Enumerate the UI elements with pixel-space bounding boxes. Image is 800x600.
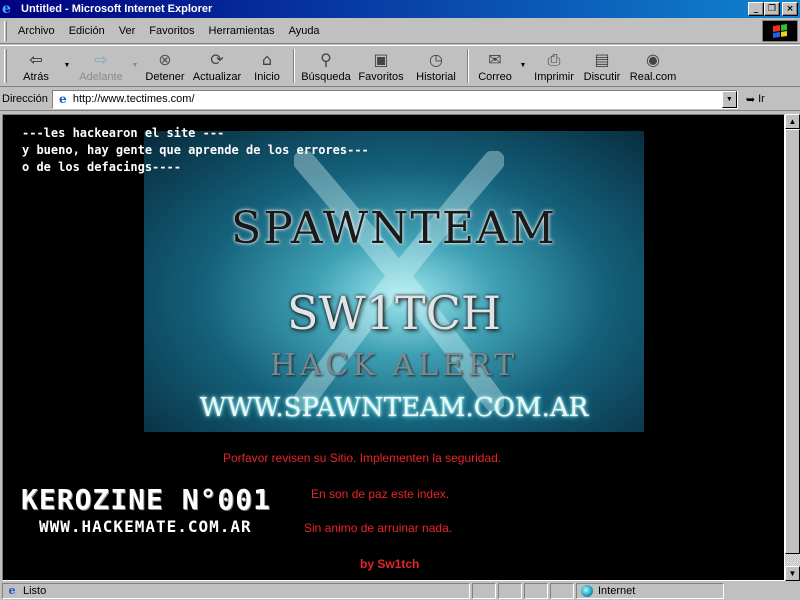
banner-spawnteam: SPAWNTEAM <box>231 203 557 254</box>
status-pane-4 <box>524 583 548 599</box>
realcom-icon: ◉ <box>646 50 660 69</box>
home-icon: ⌂ <box>261 50 273 69</box>
toolbar-grip[interactable] <box>4 49 7 83</box>
message-animo: Sin animo de arruinar nada. <box>304 521 453 535</box>
globe-icon <box>581 585 593 597</box>
favorites-label: Favoritos <box>358 71 404 83</box>
signature: by Sw1tch <box>360 557 420 571</box>
page-status-icon: e <box>8 584 16 597</box>
favorites-icon: ▣ <box>373 50 389 69</box>
back-dropdown[interactable]: ▼ <box>61 46 73 69</box>
stop-label: Detener <box>145 71 185 83</box>
ie-logo-icon: e <box>2 1 11 17</box>
search-button[interactable]: ⚲ Búsqueda <box>299 46 353 86</box>
menu-ver[interactable]: Ver <box>112 25 143 37</box>
windows-flag-icon <box>773 24 787 38</box>
vertical-scrollbar[interactable]: ▲ ▼ <box>785 114 800 581</box>
address-label: Dirección <box>2 93 48 105</box>
go-label: Ir <box>758 93 765 105</box>
history-button[interactable]: ◷ Historial <box>409 46 463 86</box>
forward-label: Adelante <box>79 71 123 83</box>
banner-url: WWW.SPAWNTEAM.COM.AR <box>199 393 589 423</box>
refresh-icon: ⟳ <box>210 50 224 69</box>
spawnteam-banner: SPAWNTEAM SW1TCH HACK ALERT WWW.SPAWNTEA… <box>144 131 644 432</box>
history-icon: ◷ <box>429 50 443 69</box>
printer-icon: ⎙ <box>547 50 561 69</box>
menu-ayuda[interactable]: Ayuda <box>282 25 327 37</box>
mail-icon: ✉ <box>488 50 502 69</box>
stop-icon: ⊗ <box>158 50 172 69</box>
title-bar[interactable]: e Untitled - Microsoft Internet Explorer… <box>0 0 800 18</box>
status-pane-3 <box>498 583 522 599</box>
search-icon: ⚲ <box>320 50 332 69</box>
message-revisen: Porfavor revisen su Sitio. Implementen l… <box>223 451 502 465</box>
window-controls: _ ❐ × <box>748 2 798 16</box>
address-dropdown[interactable]: ▼ <box>721 90 737 108</box>
restore-button[interactable]: ❐ <box>764 2 780 16</box>
home-button[interactable]: ⌂ Inicio <box>245 46 289 86</box>
forward-arrow-icon: ⇨ <box>94 50 108 69</box>
banner-switch: SW1TCH <box>286 286 502 340</box>
discuss-label: Discutir <box>583 71 621 83</box>
search-label: Búsqueda <box>301 71 351 83</box>
go-button[interactable]: ➥ Ir <box>746 93 765 106</box>
status-pane-5 <box>550 583 574 599</box>
scroll-down-button[interactable]: ▼ <box>785 566 800 581</box>
menu-favoritos[interactable]: Favoritos <box>142 25 201 37</box>
page-icon: e <box>59 92 67 106</box>
toolbar-separator <box>293 49 295 83</box>
standard-toolbar: ⇦ Atrás ▼ ⇨ Adelante ▼ ⊗ Detener ⟳ Actua… <box>0 45 800 87</box>
status-text: Listo <box>23 585 47 597</box>
security-zone-pane: Internet <box>576 583 724 599</box>
status-main-pane: e Listo <box>2 583 470 599</box>
address-bar: Dirección e http://www.tectimes.com/ ▼ ➥… <box>0 88 800 111</box>
scroll-up-button[interactable]: ▲ <box>785 114 800 129</box>
banner-hack-alert: HACK ALERT <box>269 348 519 383</box>
discuss-button[interactable]: ▤ Discutir <box>579 46 625 86</box>
message-paz: En son de paz este index. <box>311 487 450 501</box>
windows-throbber <box>762 20 798 42</box>
favorites-button[interactable]: ▣ Favoritos <box>353 46 409 86</box>
address-url: http://www.tectimes.com/ <box>72 93 195 105</box>
discuss-icon: ▤ <box>594 50 610 69</box>
page-content[interactable]: ---les hackearon el site --- y bueno, ha… <box>2 114 785 581</box>
go-arrow-icon: ➥ <box>745 92 756 106</box>
menu-herramientas[interactable]: Herramientas <box>202 25 282 37</box>
mail-button[interactable]: ✉ Correo <box>473 46 517 86</box>
refresh-button[interactable]: ⟳ Actualizar <box>189 46 245 86</box>
home-label: Inicio <box>254 71 280 83</box>
zone-text: Internet <box>598 585 636 597</box>
menu-bar: Archivo Edición Ver Favoritos Herramient… <box>0 18 800 44</box>
realcom-button[interactable]: ◉ Real.com <box>625 46 681 86</box>
mail-dropdown[interactable]: ▼ <box>517 46 529 69</box>
menu-archivo[interactable]: Archivo <box>11 25 62 37</box>
forward-button[interactable]: ⇨ Adelante <box>73 46 129 86</box>
scroll-thumb[interactable] <box>785 129 800 554</box>
history-label: Historial <box>416 71 456 83</box>
forward-dropdown[interactable]: ▼ <box>129 46 141 69</box>
close-button[interactable]: × <box>782 2 798 16</box>
ie-window: e Untitled - Microsoft Internet Explorer… <box>0 0 800 600</box>
status-pane-2 <box>472 583 496 599</box>
back-label: Atrás <box>23 71 49 83</box>
menu-edicion[interactable]: Edición <box>62 25 112 37</box>
back-arrow-icon: ⇦ <box>29 50 43 69</box>
kerozine-logo-url: WWW.HACKEMATE.COM.AR <box>39 517 252 536</box>
mail-label: Correo <box>478 71 512 83</box>
minimize-button[interactable]: _ <box>748 2 764 16</box>
kerozine-logo-title: KEROZINE N°001 <box>21 483 272 516</box>
print-button[interactable]: ⎙ Imprimir <box>529 46 579 86</box>
status-bar: e Listo Internet <box>0 582 800 600</box>
refresh-label: Actualizar <box>192 71 242 83</box>
realcom-label: Real.com <box>629 71 677 83</box>
window-title: Untitled - Microsoft Internet Explorer <box>21 3 213 15</box>
stop-button[interactable]: ⊗ Detener <box>141 46 189 86</box>
toolbar-separator <box>467 49 469 83</box>
intro-text: ---les hackearon el site --- y bueno, ha… <box>22 126 369 174</box>
address-input[interactable]: e http://www.tectimes.com/ ▼ <box>51 89 738 109</box>
menu-grip[interactable] <box>4 20 7 41</box>
print-label: Imprimir <box>534 71 574 83</box>
back-button[interactable]: ⇦ Atrás <box>11 46 61 86</box>
